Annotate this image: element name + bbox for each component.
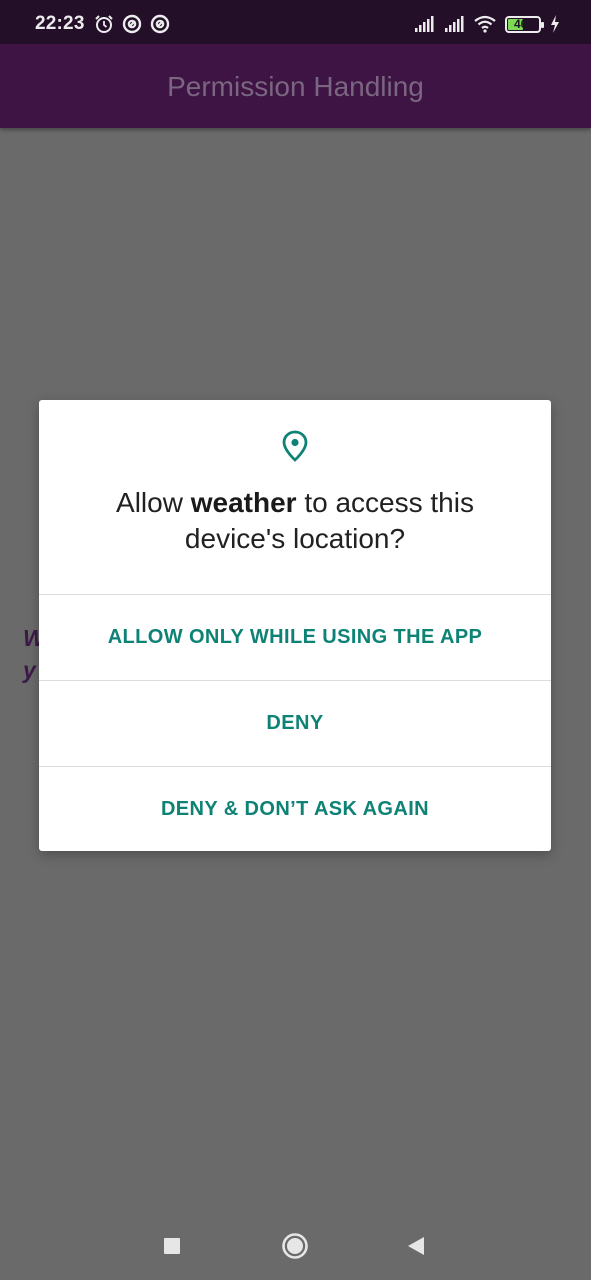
status-icons-left xyxy=(94,14,170,34)
battery-icon: 46 xyxy=(505,15,544,33)
back-triangle-icon xyxy=(408,1237,424,1255)
battery-level: 46 xyxy=(514,16,528,31)
navigation-bar xyxy=(0,1210,591,1280)
status-bar: 22:23 46 xyxy=(0,0,591,44)
dialog-title-suffix: to access this xyxy=(296,487,474,518)
allow-while-using-button[interactable]: ALLOW ONLY WHILE USING THE APP xyxy=(39,595,551,680)
home-button[interactable] xyxy=(280,1231,310,1261)
home-circle-icon xyxy=(282,1233,308,1259)
location-pin-icon xyxy=(282,430,308,462)
recents-button[interactable] xyxy=(157,1231,187,1261)
status-time: 22:23 xyxy=(35,13,85,34)
alarm-icon xyxy=(95,15,113,33)
recents-square-icon xyxy=(164,1238,180,1254)
at-sign-icon xyxy=(122,14,142,34)
deny-dont-ask-again-button[interactable]: DENY & DON’T ASK AGAIN xyxy=(39,767,551,851)
deny-button[interactable]: DENY xyxy=(39,681,551,766)
dialog-title-prefix: Allow xyxy=(116,487,191,518)
dialog-title-line2: device's location? xyxy=(184,523,406,554)
wifi-icon xyxy=(474,15,496,33)
signal-icon xyxy=(445,16,464,32)
dialog-title: Allow weather to access this device's lo… xyxy=(39,485,551,557)
status-icons-right: 46 xyxy=(413,14,561,34)
at-sign-icon xyxy=(150,14,170,34)
back-button[interactable] xyxy=(401,1231,431,1261)
signal-icon xyxy=(415,16,434,32)
permission-dialog: Allow weather to access this device's lo… xyxy=(39,400,551,851)
app-bar: Permission Handling xyxy=(0,44,591,128)
charging-icon xyxy=(551,15,559,33)
dialog-title-app: weather xyxy=(190,487,297,518)
app-title: Permission Handling xyxy=(167,71,424,102)
